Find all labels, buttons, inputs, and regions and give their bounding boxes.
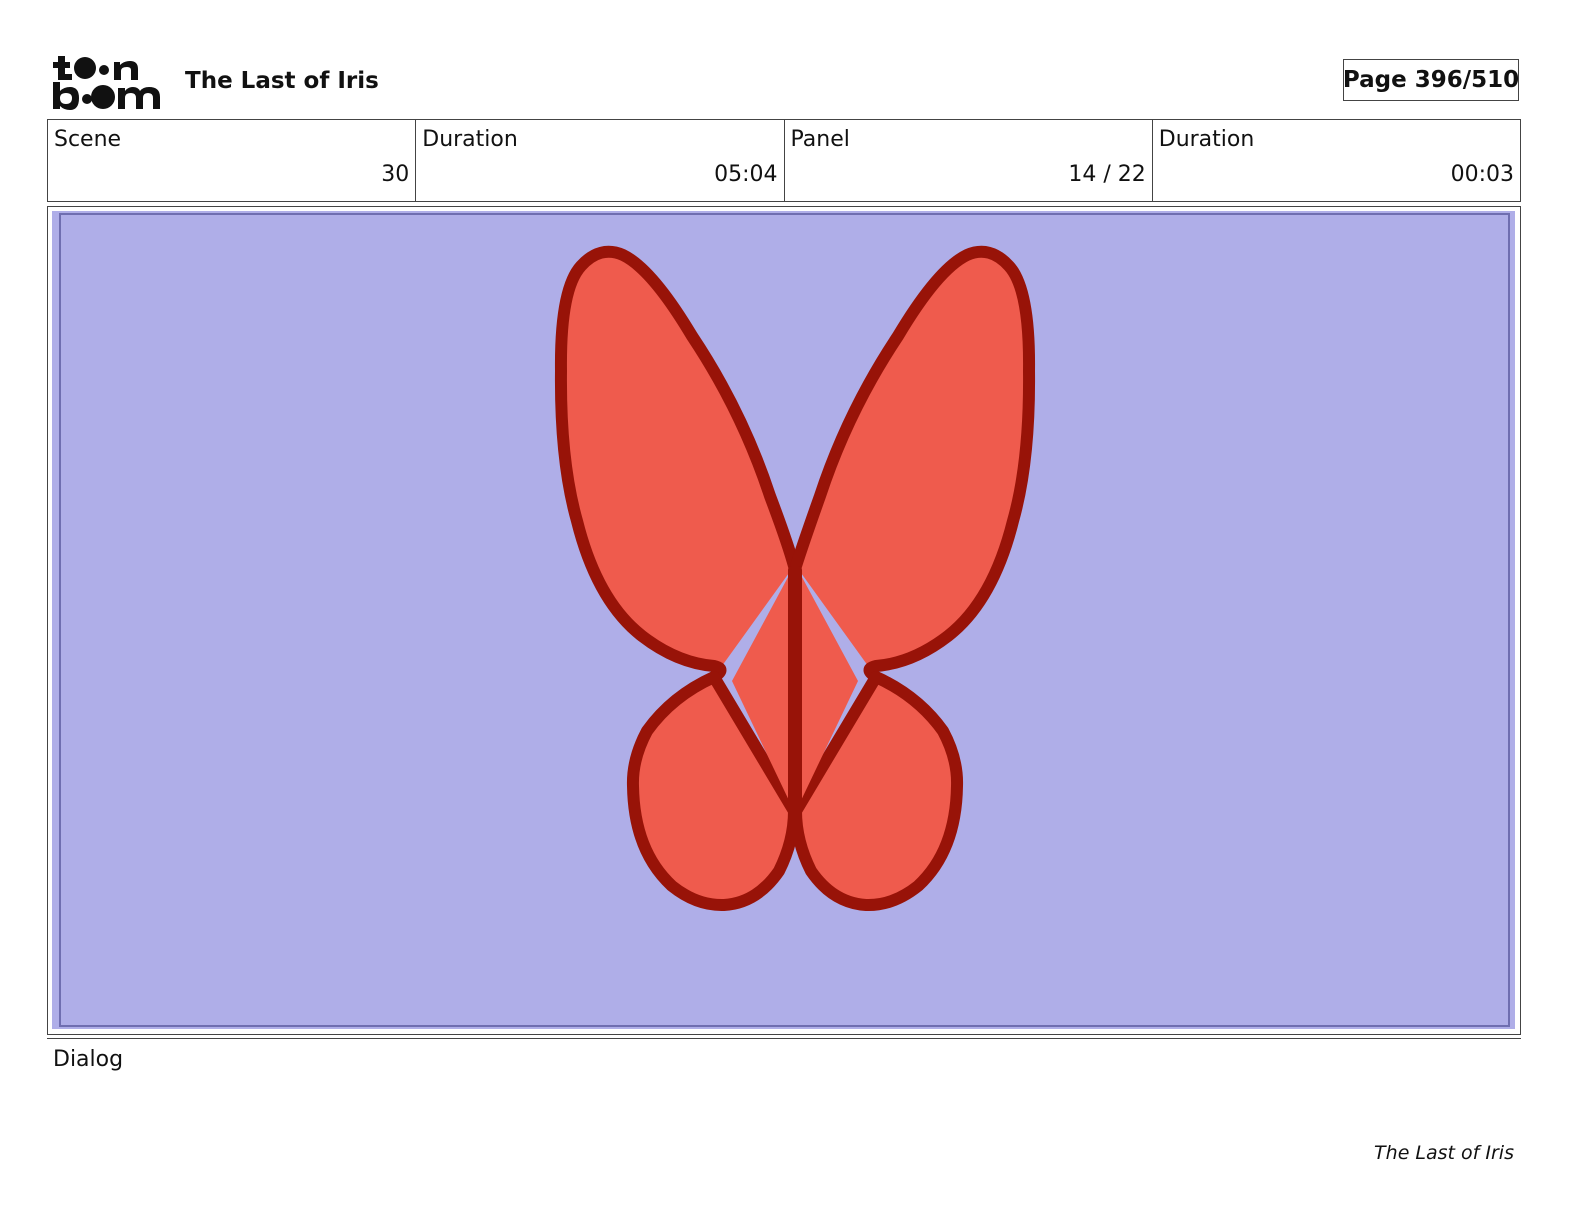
- panel-cell: Panel 14 / 22: [785, 120, 1153, 201]
- panel-drawing: [52, 211, 1515, 1029]
- scene-label: Scene: [54, 127, 122, 152]
- dialog-separator: [47, 1038, 1521, 1039]
- page-number: Page 396/510: [1343, 59, 1519, 101]
- panel-label: Panel: [790, 127, 850, 152]
- scene-value: 30: [381, 162, 410, 187]
- page-number-label: Page 396/510: [1342, 67, 1520, 93]
- panel-duration-value: 00:03: [1450, 162, 1514, 187]
- scene-duration-label: Duration: [422, 127, 518, 152]
- storyboard-panel: [47, 206, 1521, 1035]
- scene-duration-cell: Duration 05:04: [416, 120, 785, 201]
- panel-duration-cell: Duration 00:03: [1153, 120, 1520, 201]
- project-title: The Last of Iris: [185, 68, 379, 94]
- toon-boom-logo: [52, 52, 164, 112]
- panel-info-table: Scene 30 Duration 05:04 Panel 14 / 22 Du…: [47, 119, 1521, 202]
- footer-project-title: The Last of Iris: [1374, 1142, 1514, 1164]
- panel-duration-label: Duration: [1158, 127, 1255, 152]
- scene-duration-value: 05:04: [714, 162, 778, 187]
- dialog-label: Dialog: [53, 1047, 124, 1072]
- scene-cell: Scene 30: [48, 120, 417, 201]
- panel-value: 14 / 22: [1068, 162, 1146, 187]
- butterfly-body: [788, 566, 802, 841]
